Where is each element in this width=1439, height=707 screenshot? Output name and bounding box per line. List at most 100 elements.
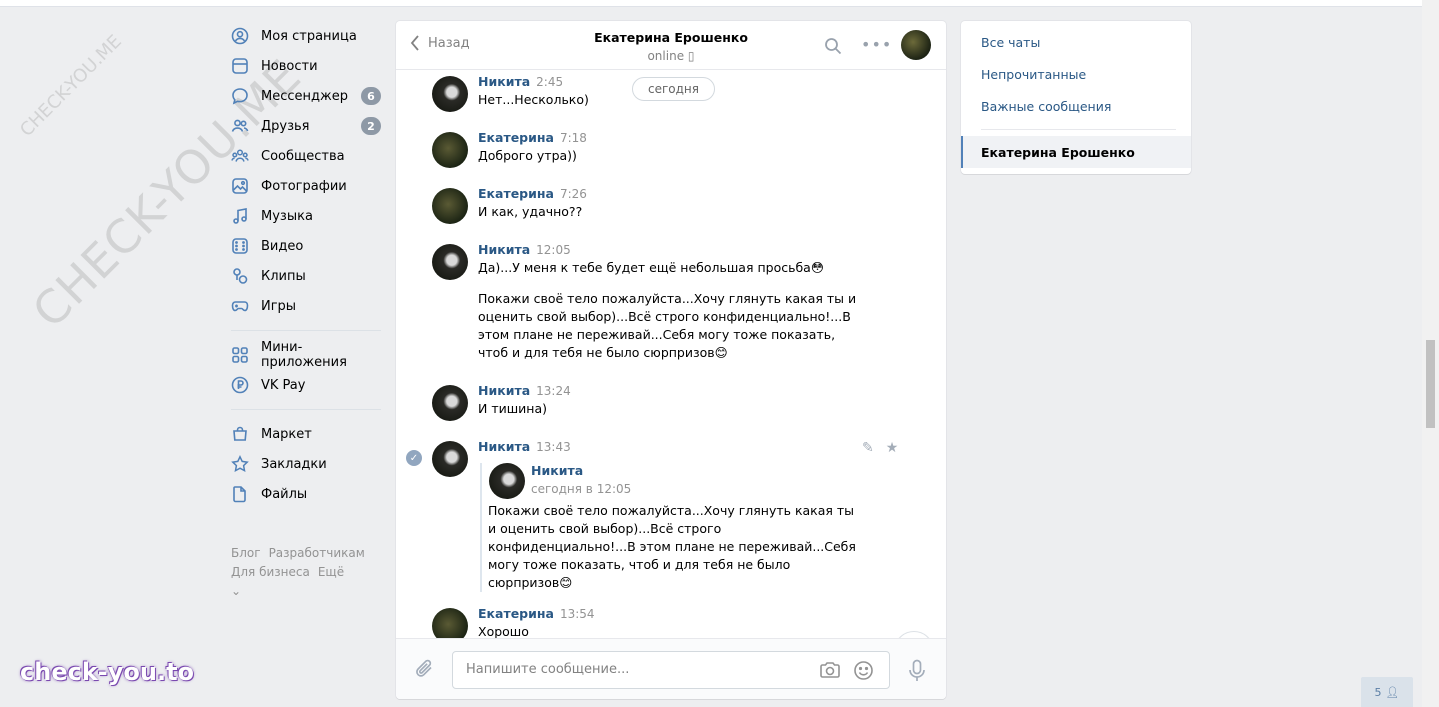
filter-unread[interactable]: Непрочитанные (981, 67, 1086, 82)
nav-label: Игры (261, 298, 297, 314)
avatar[interactable] (489, 463, 525, 499)
top-bar (0, 0, 1422, 7)
message-text: Хорошо (478, 624, 529, 638)
message-history[interactable]: сегодня Никита 2:45 Нет...Несколько) Екат… (396, 71, 946, 638)
chevron-down-icon: ⌄ (231, 584, 242, 598)
music-icon (231, 207, 249, 225)
paperclip-icon[interactable] (415, 658, 435, 684)
nav-label: Сообщества (261, 148, 345, 164)
online-friends-button[interactable]: 5 👤︎ (1361, 677, 1413, 707)
nav-item-news[interactable]: Новости (231, 51, 381, 81)
vkpay-icon (231, 376, 249, 394)
nav-item-groups[interactable]: Сообщества (231, 141, 381, 171)
message-author[interactable]: Екатерина (478, 606, 554, 621)
nav-item-mini-apps[interactable]: Мини-приложения (231, 340, 381, 370)
brand-watermark: check-you.to (20, 658, 195, 686)
message-author[interactable]: Никита (478, 74, 530, 89)
message-item[interactable]: Никита 12:05 Да)...У меня к тебе будет ещ… (432, 242, 902, 362)
avatar[interactable] (432, 441, 468, 477)
mobile-icon: ▯ (687, 49, 695, 63)
avatar[interactable] (432, 385, 468, 421)
messenger-icon (231, 87, 249, 105)
page-scrollbar[interactable] (1422, 0, 1439, 707)
message-item[interactable]: Никита 2:45 Нет...Несколько) (432, 74, 902, 112)
games-icon (231, 297, 249, 315)
message-time: 13:24 (536, 384, 571, 398)
avatar[interactable] (432, 76, 468, 112)
nav-label: Клипы (261, 268, 306, 284)
message-item[interactable]: Екатерина 7:18 Доброго утра)) (432, 130, 902, 168)
avatar[interactable] (432, 608, 468, 638)
footer-link-business[interactable]: Для бизнеса (231, 565, 310, 579)
avatar[interactable] (432, 244, 468, 280)
nav-label: Мини-приложения (261, 340, 347, 370)
photos-icon (231, 177, 249, 195)
nav-item-friends[interactable]: Друзья 2 (231, 111, 381, 141)
filter-all-chats[interactable]: Все чаты (981, 35, 1040, 50)
more-icon[interactable]: ••• (861, 35, 892, 54)
nav-divider (231, 409, 381, 410)
message-time: 13:54 (559, 607, 595, 621)
footer-link-dev[interactable]: Разработчикам (269, 546, 365, 560)
nav-label: Музыка (261, 208, 313, 224)
message-author[interactable]: Никита (478, 439, 530, 454)
nav-item-messenger[interactable]: Мессенджер 6 (231, 81, 381, 111)
footer-link-blog[interactable]: Блог (231, 546, 261, 560)
bookmarks-icon (231, 455, 249, 473)
search-icon[interactable] (824, 37, 842, 59)
nav-item-video[interactable]: Видео (231, 231, 381, 261)
message-author[interactable]: Никита (478, 242, 530, 257)
message-item-selected[interactable]: Никита 13:43 Никита сегодня в 12:05 Покаж… (432, 439, 902, 592)
forwarded-author[interactable]: Никита (531, 463, 863, 479)
check-icon[interactable]: ✓ (406, 450, 422, 466)
message-input-box[interactable] (452, 651, 890, 689)
left-nav: Моя страница Новости Мессенджер 6 Друзья… (231, 21, 381, 509)
microphone-icon[interactable] (908, 659, 926, 687)
nav-label: Файлы (261, 486, 308, 502)
avatar[interactable] (432, 188, 468, 224)
nav-item-bookmarks[interactable]: Закладки (231, 449, 381, 479)
emoji-icon[interactable] (853, 660, 874, 685)
friends-badge: 2 (361, 117, 381, 135)
user-icon (231, 27, 249, 45)
nav-item-photos[interactable]: Фотографии (231, 171, 381, 201)
avatar[interactable] (432, 132, 468, 168)
footer-more-label: Ещё (317, 565, 345, 579)
peer-avatar[interactable] (901, 30, 931, 60)
message-item[interactable]: Екатерина 13:54 Хорошо (432, 606, 902, 638)
nav-item-clips[interactable]: Клипы (231, 261, 381, 291)
nav-item-market[interactable]: Маркет (231, 419, 381, 449)
active-chat-item[interactable]: Екатерина Ерошенко (961, 136, 1191, 168)
nav-label: Новости (261, 58, 318, 74)
nav-item-files[interactable]: Файлы (231, 479, 381, 509)
nav-item-games[interactable]: Игры (231, 291, 381, 321)
nav-label: Видео (261, 238, 304, 254)
message-item[interactable]: Екатерина 7:26 И как, удачно?? (432, 186, 902, 224)
message-input[interactable] (466, 662, 806, 677)
panel-divider (981, 129, 1176, 130)
message-text: Покажи своё тело пожалуйста...Хочу гляну… (478, 291, 857, 360)
nav-item-my-page[interactable]: Моя страница (231, 21, 381, 51)
message-time: 7:26 (559, 187, 587, 201)
scrollbar-thumb[interactable] (1426, 340, 1435, 428)
forwarded-date: сегодня в 12:05 (531, 482, 632, 496)
forwarded-message[interactable]: Никита сегодня в 12:05 Покажи своё тело … (480, 463, 863, 592)
message-time: 12:05 (536, 243, 571, 257)
filter-important[interactable]: Важные сообщения (981, 99, 1111, 114)
watermark-small: CHECK-YOU.ME (16, 31, 126, 141)
chat-filters-panel: Все чаты Непрочитанные Важные сообщения … (961, 21, 1191, 174)
peer-status-label: online (647, 49, 685, 63)
market-icon (231, 425, 249, 443)
person-icon: 👤︎ (1385, 685, 1400, 699)
camera-icon[interactable] (819, 661, 841, 683)
nav-item-music[interactable]: Музыка (231, 201, 381, 231)
online-count: 5 (1374, 685, 1382, 699)
nav-label: Друзья (261, 118, 310, 134)
chat-window: Назад Екатерина Ерошенко online ▯ ••• се… (396, 21, 946, 699)
nav-item-vk-pay[interactable]: VK Pay (231, 370, 381, 400)
message-item[interactable]: Никита 13:24 И тишина) (432, 383, 902, 421)
message-author[interactable]: Екатерина (478, 186, 554, 201)
message-author[interactable]: Никита (478, 383, 530, 398)
message-author[interactable]: Екатерина (478, 130, 554, 145)
chat-header: Назад Екатерина Ерошенко online ▯ ••• (396, 21, 946, 70)
